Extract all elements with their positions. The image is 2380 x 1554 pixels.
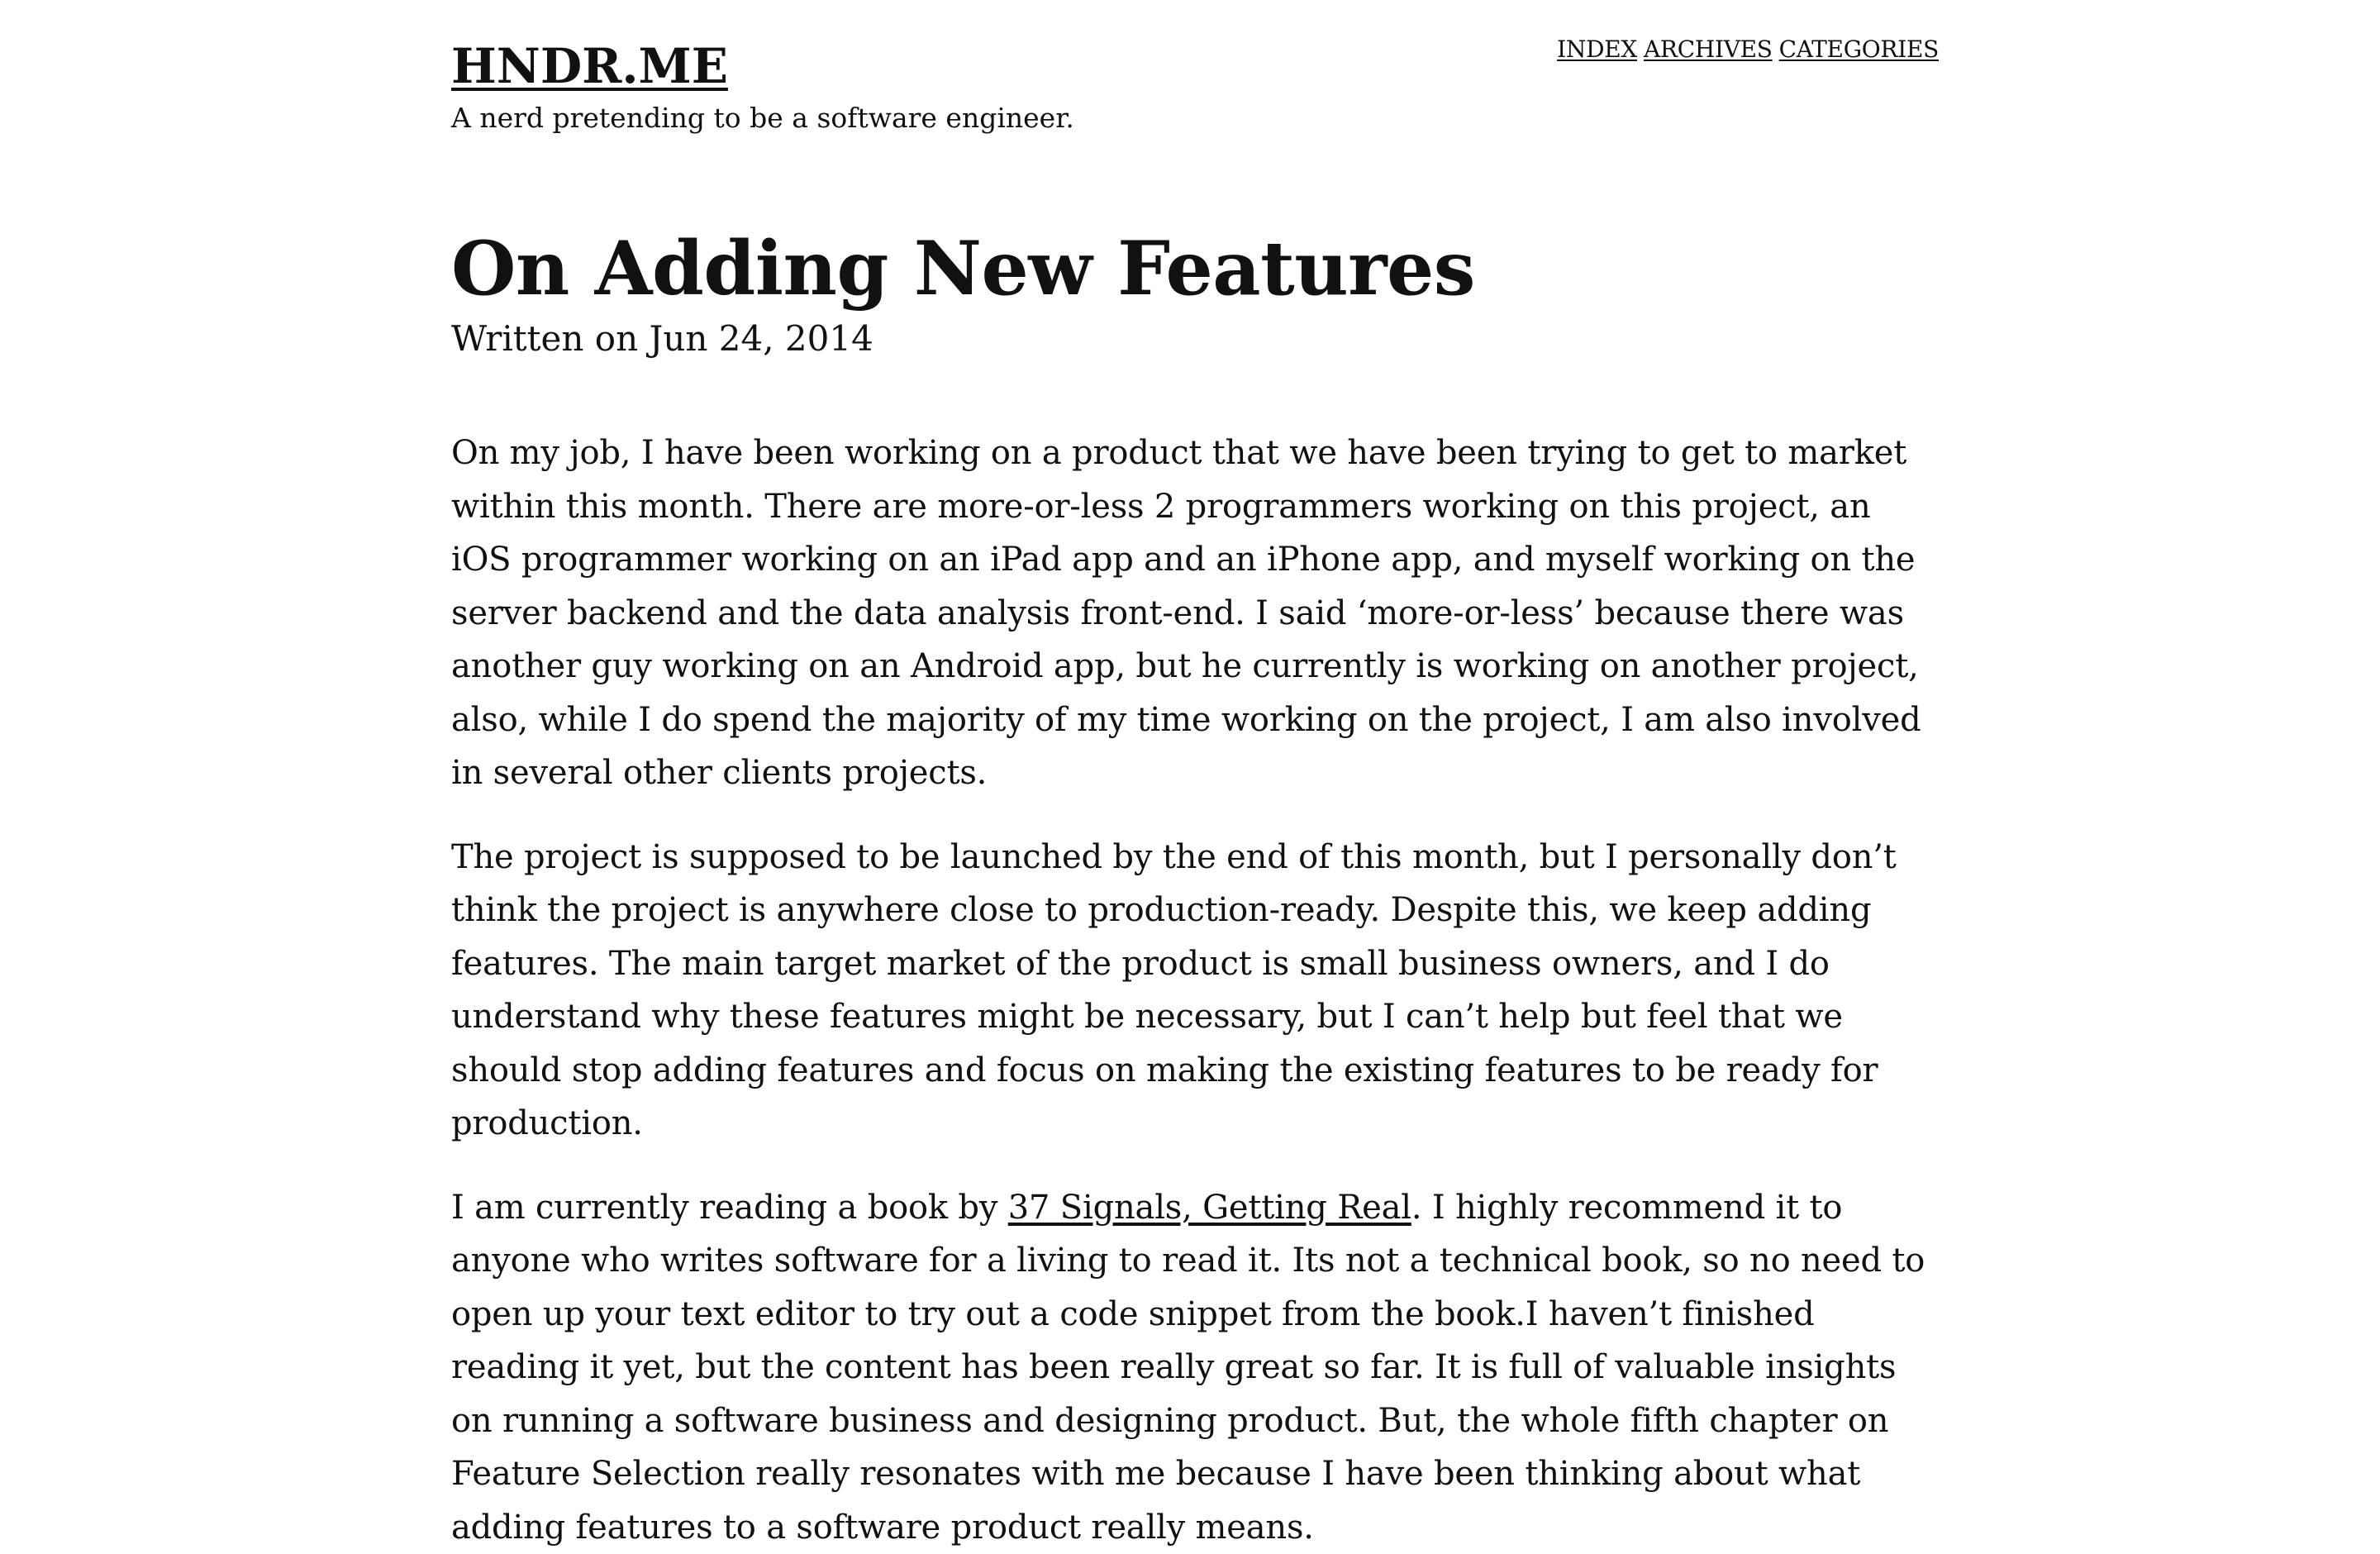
post: On Adding New Features Written on Jun 24…: [451, 207, 1939, 1554]
nav-index-link[interactable]: INDEX: [1557, 33, 1637, 66]
paragraph-3: I am currently reading a book by 37 Sign…: [451, 1181, 1939, 1554]
paragraph-3-rest: . I highly recommend it to anyone who wr…: [451, 1189, 1925, 1547]
post-body: On my job, I have been working on a prod…: [451, 427, 1939, 1554]
post-title: On Adding New Features: [451, 207, 1939, 314]
nav-archives-link[interactable]: ARCHIVES: [1644, 33, 1773, 66]
post-date: Written on Jun 24, 2014: [451, 314, 1939, 364]
site-tagline: A nerd pretending to be a software engin…: [451, 98, 1074, 139]
paragraph-1: On my job, I have been working on a prod…: [451, 427, 1939, 800]
main-nav: INDEX ARCHIVES CATEGORIES: [1557, 33, 1939, 66]
paragraph-3-lead: I am currently reading a book by: [451, 1189, 1008, 1227]
getting-real-link[interactable]: 37 Signals, Getting Real: [1008, 1189, 1411, 1227]
page: HNDR.ME A nerd pretending to be a softwa…: [451, 0, 1939, 1554]
site-title-link[interactable]: HNDR.ME: [451, 33, 728, 99]
paragraph-2: The project is supposed to be launched b…: [451, 831, 1939, 1151]
masthead: HNDR.ME A nerd pretending to be a softwa…: [451, 0, 1939, 207]
nav-categories-link[interactable]: CATEGORIES: [1779, 33, 1939, 66]
